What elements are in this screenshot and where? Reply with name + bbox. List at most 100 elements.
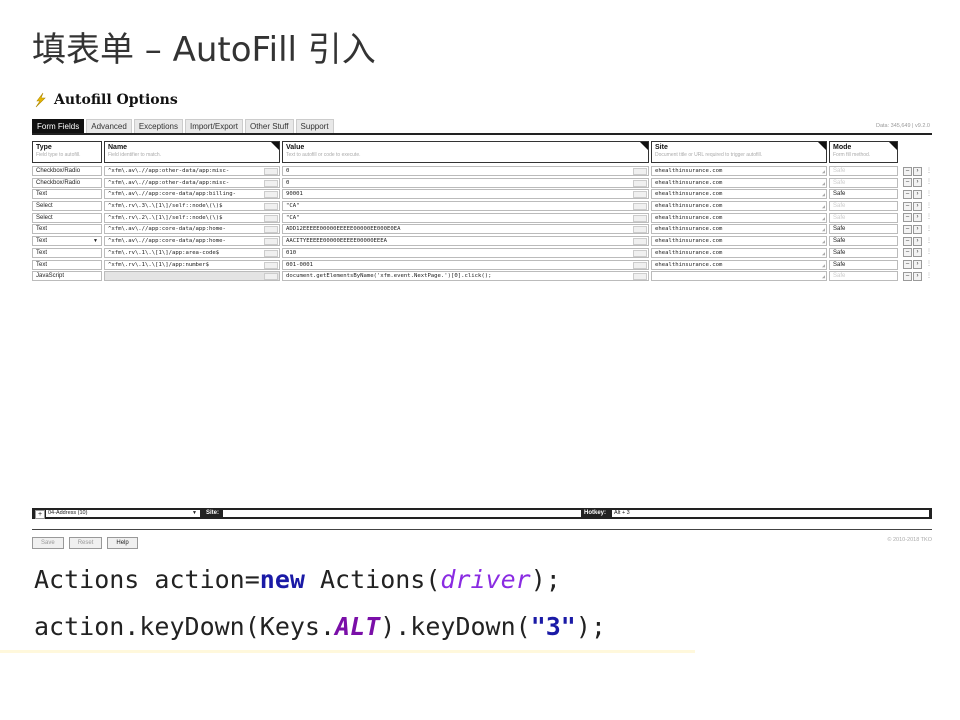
- type-select[interactable]: Checkbox/Radio: [32, 166, 102, 176]
- type-select[interactable]: Text ▼: [32, 236, 102, 247]
- mode-select[interactable]: Safe: [829, 189, 898, 200]
- type-select[interactable]: Text: [32, 224, 102, 235]
- move-row-button[interactable]: ›: [913, 201, 922, 211]
- regex-toggle-icon[interactable]: [264, 203, 278, 211]
- site-field[interactable]: ehealthinsurance.com ◢: [651, 201, 827, 212]
- remove-row-button[interactable]: –: [903, 248, 912, 258]
- resize-grip-icon[interactable]: ◢: [822, 263, 825, 269]
- tab-form-fields[interactable]: Form Fields: [32, 119, 85, 133]
- expand-icon[interactable]: [633, 249, 647, 257]
- regex-toggle-icon[interactable]: [264, 249, 278, 257]
- regex-toggle-icon[interactable]: [264, 168, 278, 175]
- drag-handle-icon[interactable]: ⋮: [926, 167, 932, 175]
- remove-row-button[interactable]: –: [903, 236, 912, 246]
- help-button[interactable]: Help: [107, 537, 138, 549]
- name-field[interactable]: ^xfm\.av\.//app:other-data/app:misc-: [104, 177, 280, 188]
- name-field[interactable]: ^xfm\.av\.//app:other-data/app:misc-: [104, 166, 280, 176]
- regex-toggle-icon[interactable]: [264, 226, 278, 234]
- expand-icon[interactable]: [633, 273, 647, 281]
- remove-row-button[interactable]: –: [903, 189, 912, 199]
- value-field[interactable]: 0: [282, 166, 649, 176]
- expand-icon[interactable]: [633, 238, 647, 246]
- type-select[interactable]: Select: [32, 212, 102, 223]
- mode-select[interactable]: Safe: [829, 271, 898, 282]
- regex-toggle-icon[interactable]: [264, 214, 278, 222]
- expand-icon[interactable]: [633, 261, 647, 269]
- site-field[interactable]: ehealthinsurance.com ◢: [651, 259, 827, 270]
- resize-grip-icon[interactable]: ◢: [822, 170, 825, 175]
- value-field[interactable]: document.getElementsByName('xfm.event.Ne…: [282, 271, 649, 282]
- remove-row-button[interactable]: –: [903, 224, 912, 234]
- move-row-button[interactable]: ›: [913, 260, 922, 269]
- resize-grip-icon[interactable]: ◢: [822, 181, 825, 187]
- type-select[interactable]: Text: [32, 259, 102, 270]
- mode-select[interactable]: Safe: [829, 259, 898, 270]
- regex-toggle-icon[interactable]: [264, 179, 278, 187]
- value-field[interactable]: ADD12EEEEE00000EEEEE00000EE000E0EA: [282, 224, 649, 235]
- tab-support[interactable]: Support: [295, 119, 334, 133]
- expand-icon[interactable]: [633, 226, 647, 234]
- mode-select[interactable]: Safe: [829, 201, 898, 212]
- value-field[interactable]: 001-0001: [282, 259, 649, 270]
- save-button[interactable]: Save: [32, 537, 64, 549]
- mode-select[interactable]: Safe: [829, 177, 898, 188]
- value-field[interactable]: 90001: [282, 189, 649, 200]
- move-row-button[interactable]: ›: [913, 213, 922, 223]
- type-select[interactable]: JavaScript: [32, 271, 102, 282]
- site-field[interactable]: ehealthinsurance.com ◢: [651, 166, 827, 176]
- regex-toggle-icon[interactable]: [264, 238, 278, 246]
- move-row-button[interactable]: ›: [913, 236, 922, 246]
- regex-toggle-icon[interactable]: [264, 191, 278, 199]
- mode-select[interactable]: Safe: [829, 247, 898, 258]
- name-field[interactable]: ^xfm\.rv\.2\.\[1\]/self::node\(\)$: [104, 212, 280, 223]
- regex-toggle-icon[interactable]: [264, 273, 278, 281]
- move-row-button[interactable]: ›: [913, 248, 922, 258]
- profile-select[interactable]: 04-Address (10) ▼: [46, 510, 200, 517]
- expand-icon[interactable]: [633, 191, 647, 199]
- hotkey-input[interactable]: Alt + 3: [612, 510, 929, 517]
- move-row-button[interactable]: ›: [913, 271, 922, 281]
- type-select[interactable]: Select: [32, 201, 102, 212]
- resize-grip-icon[interactable]: ◢: [822, 251, 825, 257]
- move-row-button[interactable]: ›: [913, 224, 922, 234]
- type-select[interactable]: Text: [32, 247, 102, 258]
- value-field[interactable]: 0: [282, 177, 649, 188]
- resize-grip-icon[interactable]: ◢: [822, 193, 825, 198]
- drag-handle-icon[interactable]: ⋮: [926, 225, 932, 233]
- move-row-button[interactable]: ›: [913, 166, 922, 176]
- remove-row-button[interactable]: –: [903, 271, 912, 281]
- add-profile-button[interactable]: +: [35, 510, 45, 519]
- resize-grip-icon[interactable]: ◢: [822, 205, 825, 210]
- resize-grip-icon[interactable]: ◢: [822, 216, 825, 222]
- mode-select[interactable]: Safe: [829, 166, 898, 176]
- name-field[interactable]: ^xfm\.rv\.1\.\[1\]/app:area-code$: [104, 247, 280, 258]
- drag-handle-icon[interactable]: ⋮: [926, 272, 932, 280]
- remove-row-button[interactable]: –: [903, 166, 912, 176]
- drag-handle-icon[interactable]: ⋮: [926, 178, 932, 186]
- name-field[interactable]: ^xfm\.rv\.1\.\[1\]/app:number$: [104, 259, 280, 270]
- resize-grip-icon[interactable]: ◢: [822, 240, 825, 245]
- tab-other-stuff[interactable]: Other Stuff: [244, 119, 294, 133]
- value-field[interactable]: AACITYEEEEE00000EEEEE00000EEEA: [282, 236, 649, 247]
- tab-advanced[interactable]: Advanced: [86, 119, 132, 133]
- value-field[interactable]: "CA": [282, 201, 649, 212]
- move-row-button[interactable]: ›: [913, 189, 922, 199]
- site-field[interactable]: ehealthinsurance.com ◢: [651, 189, 827, 200]
- site-field[interactable]: ehealthinsurance.com ◢: [651, 247, 827, 258]
- expand-icon[interactable]: [633, 168, 647, 175]
- name-field[interactable]: [104, 271, 280, 282]
- type-select[interactable]: Checkbox/Radio: [32, 177, 102, 188]
- mode-select[interactable]: Safe: [829, 212, 898, 223]
- remove-row-button[interactable]: –: [903, 260, 912, 269]
- name-field[interactable]: ^xfm\.av\.//app:core-data/app:billing-: [104, 189, 280, 200]
- expand-icon[interactable]: [633, 203, 647, 211]
- name-field[interactable]: ^xfm\.rv\.3\.\[1\]/self::node\(\)$: [104, 201, 280, 212]
- name-field[interactable]: ^xfm\.av\.//app:core-data/app:home-: [104, 236, 280, 247]
- mode-select[interactable]: Safe: [829, 224, 898, 235]
- tab-import-export[interactable]: Import/Export: [184, 119, 243, 133]
- remove-row-button[interactable]: –: [903, 201, 912, 211]
- site-field[interactable]: ehealthinsurance.com ◢: [651, 177, 827, 188]
- drag-handle-icon[interactable]: ⋮: [926, 260, 932, 268]
- drag-handle-icon[interactable]: ⋮: [926, 190, 932, 198]
- site-field[interactable]: ehealthinsurance.com ◢: [651, 236, 827, 247]
